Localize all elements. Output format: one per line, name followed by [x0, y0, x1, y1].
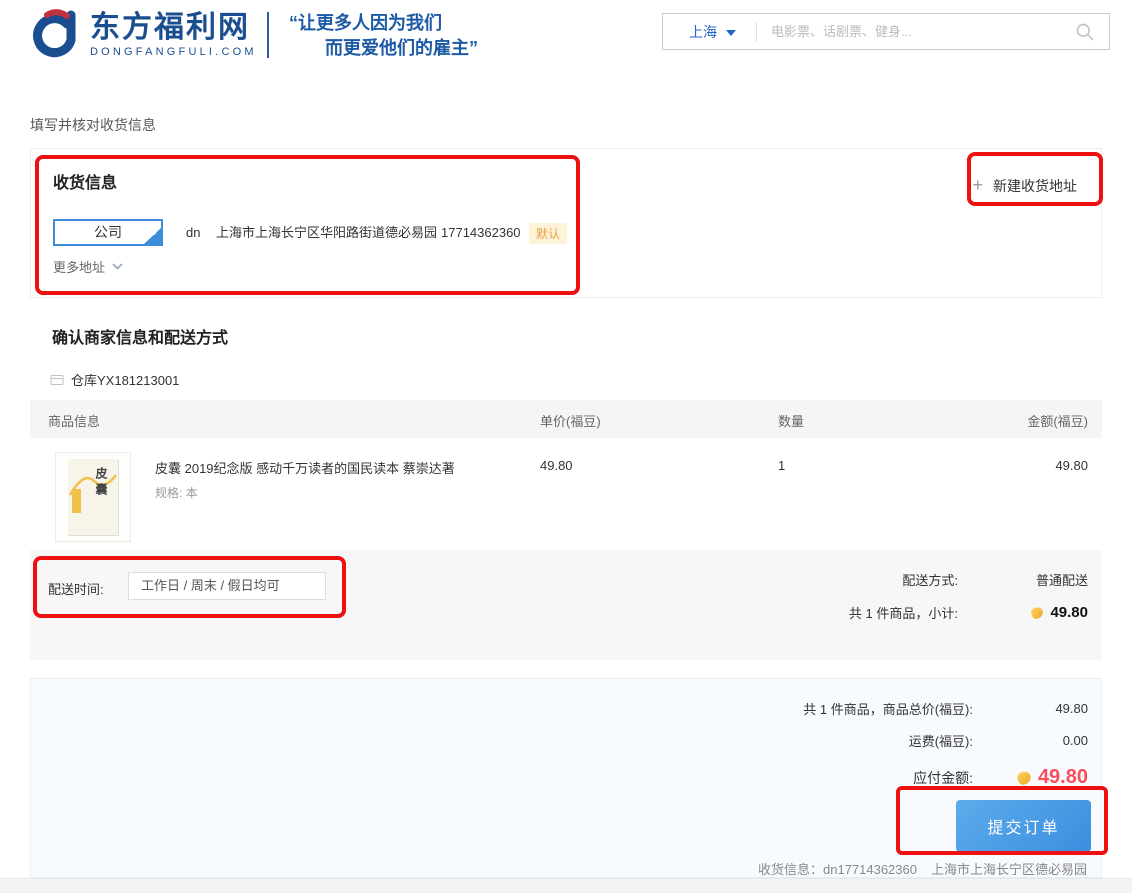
total-label: 共 1 件商品，商品总价(福豆): — [803, 699, 973, 718]
subtotal-row: 共 1 件商品，小计: 49.80 — [849, 603, 1088, 622]
delivery-summary: 配送方式: 普通配送 共 1 件商品，小计: 49.80 — [849, 570, 1088, 622]
delivery-options-area: 配送时间: 工作日 / 周末 / 假日均可 配送方式: 普通配送 共 1 件商品… — [30, 550, 1102, 660]
freight-value: 0.00 — [973, 733, 1088, 748]
address-type-tab[interactable]: 公司 ✓ — [53, 219, 163, 246]
warehouse-label: 仓库YX181213001 — [71, 370, 179, 389]
brand-block[interactable]: 东方福利网 DONGFANGFULI.COM — [90, 12, 257, 58]
check-icon: ✓ — [152, 222, 160, 245]
more-addresses-toggle[interactable]: 更多地址 — [53, 257, 123, 276]
footer-address: 上海市上海长宁区德必易园 — [931, 862, 1087, 877]
merchant-section-title: 确认商家信息和配送方式 — [52, 324, 228, 348]
order-summary-panel: 共 1 件商品，商品总价(福豆): 49.80 运费(福豆): 0.00 应付金… — [30, 678, 1102, 878]
submit-order-button[interactable]: 提交订单 — [956, 800, 1091, 852]
delivery-method-label: 配送方式: — [902, 570, 958, 589]
table-header: 商品信息 单价(福豆) 数量 金额(福豆) — [30, 400, 1102, 438]
search-bar: 上海 — [662, 13, 1110, 50]
recipient-address: 上海市上海长宁区华阳路街道德必易园 — [216, 219, 437, 246]
delivery-method-value: 普通配送 — [958, 570, 1088, 589]
spec-label: 规格: — [155, 486, 182, 500]
more-addresses-label: 更多地址 — [53, 257, 105, 276]
product-cover-title: 皮囊 — [93, 467, 110, 499]
freight-row: 运费(福豆): 0.00 — [909, 731, 1088, 750]
delivery-time-label: 配送时间: — [48, 579, 104, 598]
payable-label: 应付金额: — [913, 768, 973, 788]
product-amount: 49.80 — [1055, 458, 1088, 473]
product-spec: 规格: 本 — [155, 484, 198, 501]
footer-shipping-label: 收货信息： — [758, 862, 823, 877]
freight-label: 运费(福豆): — [909, 731, 973, 750]
new-address-button[interactable]: + 新建收货地址 — [972, 175, 1077, 196]
checkout-page: 东方福利网 DONGFANGFULI.COM “让更多人因为我们 而更爱他们的雇… — [0, 0, 1132, 893]
product-image[interactable]: 皮囊 — [55, 452, 131, 542]
bean-icon — [1015, 770, 1033, 786]
search-input[interactable] — [757, 24, 1075, 39]
payable-row: 应付金额: 49.80 — [913, 766, 1088, 789]
spec-value: 本 — [186, 486, 198, 500]
recipient-name: dn — [186, 219, 200, 246]
book-cover: 皮囊 — [68, 459, 118, 535]
summary-footer: 收货信息：dn17714362360 上海市上海长宁区德必易园 — [758, 859, 1087, 878]
plus-icon: + — [972, 175, 983, 196]
subtotal-value: 49.80 — [1050, 604, 1088, 621]
product-title[interactable]: 皮囊 2019纪念版 感动千万读者的国民读本 蔡崇达著 — [155, 458, 455, 477]
shipping-info-card: 收货信息 公司 ✓ dn 上海市上海长宁区华阳路街道德必易园 177143623… — [30, 148, 1102, 298]
cover-label — [72, 489, 81, 513]
brand-domain: DONGFANGFULI.COM — [90, 46, 257, 58]
city-selector[interactable]: 上海 — [689, 22, 736, 42]
brand-name: 东方福利网 — [90, 12, 257, 44]
total-row: 共 1 件商品，商品总价(福豆): 49.80 — [803, 699, 1088, 718]
col-amount: 金额(福豆) — [1027, 411, 1088, 430]
bean-icon — [1029, 606, 1045, 620]
warehouse-icon — [50, 374, 64, 386]
product-unit-price: 49.80 — [540, 458, 573, 473]
col-product-info: 商品信息 — [48, 411, 100, 430]
tagline-line2: 而更爱他们的雇主” — [289, 36, 478, 61]
page-title: 填写并核对收货信息 — [30, 115, 156, 135]
subtotal-label: 共 1 件商品，小计: — [849, 603, 958, 622]
delivery-method-row: 配送方式: 普通配送 — [849, 570, 1088, 589]
total-value: 49.80 — [973, 701, 1088, 716]
table-row: 皮囊 皮囊 2019纪念版 感动千万读者的国民读本 蔡崇达著 规格: 本 49.… — [30, 438, 1102, 550]
subtotal-value-wrap: 49.80 — [958, 604, 1088, 621]
payable-value: 49.80 — [1038, 766, 1088, 789]
caret-down-icon — [726, 30, 736, 36]
default-badge: 默认 — [529, 223, 567, 244]
city-label: 上海 — [689, 22, 717, 42]
new-address-label: 新建收货地址 — [993, 176, 1077, 196]
chevron-down-icon — [112, 263, 123, 270]
warehouse-row: 仓库YX181213001 — [50, 370, 179, 389]
brand-tagline: “让更多人因为我们 而更爱他们的雇主” — [289, 11, 478, 61]
tagline-line1: “让更多人因为我们 — [289, 13, 442, 33]
product-quantity: 1 — [778, 458, 785, 473]
header-divider — [267, 12, 269, 58]
footer-contact: dn17714362360 — [823, 862, 917, 877]
payable-value-wrap: 49.80 — [973, 766, 1088, 789]
recipient-phone: 17714362360 — [441, 219, 521, 246]
search-icon[interactable] — [1075, 22, 1095, 42]
col-quantity: 数量 — [778, 411, 804, 430]
bottom-strip — [0, 878, 1132, 893]
summary-rows: 共 1 件商品，商品总价(福豆): 49.80 运费(福豆): 0.00 应付金… — [803, 699, 1088, 789]
shipping-title: 收货信息 — [53, 169, 117, 193]
address-type-label: 公司 — [94, 224, 122, 240]
col-unit-price: 单价(福豆) — [540, 411, 601, 430]
delivery-time-select[interactable]: 工作日 / 周末 / 假日均可 — [128, 572, 326, 600]
qf-logo-icon[interactable] — [26, 8, 84, 67]
